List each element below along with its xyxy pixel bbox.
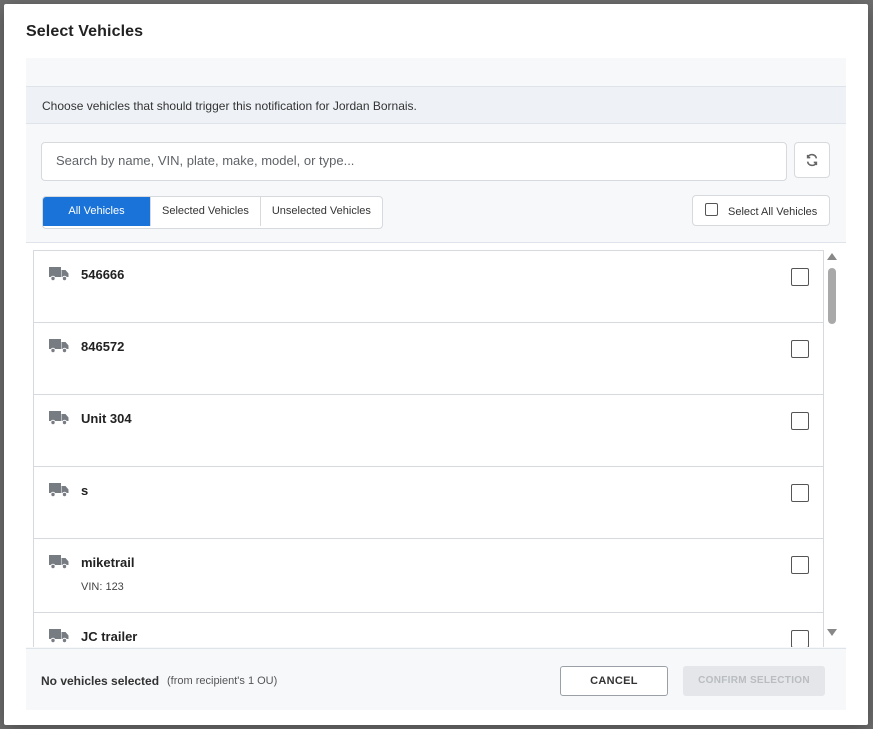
vehicle-name: Unit 304	[81, 411, 132, 426]
confirm-selection-button[interactable]: CONFIRM SELECTION	[683, 666, 825, 696]
dialog-title: Select Vehicles	[26, 23, 144, 40]
info-text: Choose vehicles that should trigger this…	[42, 99, 417, 113]
tab-all-vehicles[interactable]: All Vehicles	[43, 197, 150, 226]
vehicle-checkbox[interactable]	[791, 268, 809, 286]
dialog-content: Choose vehicles that should trigger this…	[26, 58, 846, 710]
select-all-checkbox[interactable]	[705, 203, 718, 216]
refresh-button[interactable]	[794, 142, 830, 178]
vehicle-name: s	[81, 483, 89, 498]
truck-icon	[49, 483, 69, 497]
vehicle-row[interactable]: miketrail VIN: 123	[33, 538, 824, 612]
truck-icon	[49, 339, 69, 353]
selection-summary: No vehicles selected	[41, 674, 160, 688]
vehicle-checkbox[interactable]	[791, 630, 809, 647]
truck-icon	[49, 629, 69, 643]
vehicle-row[interactable]: Unit 304	[33, 394, 824, 466]
truck-icon	[49, 555, 69, 569]
vehicle-filter-tabs: All Vehicles Selected Vehicles Unselecte…	[42, 196, 383, 229]
scroll-up-arrow-icon[interactable]	[827, 253, 837, 260]
search-input[interactable]	[56, 153, 756, 168]
vertical-scrollbar[interactable]	[826, 243, 838, 647]
vehicle-checkbox[interactable]	[791, 412, 809, 430]
select-all-label: Select All Vehicles	[728, 206, 818, 218]
vehicle-row[interactable]: s	[33, 466, 824, 538]
vehicle-checkbox[interactable]	[791, 556, 809, 574]
scope-note: (from recipient's 1 OU)	[167, 675, 278, 687]
vehicle-list-container[interactable]: 546666 846572 Unit 304 s miketrail VIN: …	[26, 243, 846, 647]
vehicle-checkbox[interactable]	[791, 340, 809, 358]
vehicle-name: 846572	[81, 339, 125, 354]
truck-icon	[49, 411, 69, 425]
vehicle-name: 546666	[81, 267, 125, 282]
refresh-icon	[806, 153, 818, 167]
select-vehicles-dialog: Select Vehicles Choose vehicles that sho…	[4, 4, 868, 725]
vehicle-checkbox[interactable]	[791, 484, 809, 502]
scrollbar-thumb[interactable]	[828, 268, 836, 324]
truck-icon	[49, 267, 69, 281]
tab-unselected-vehicles[interactable]: Unselected Vehicles	[259, 197, 382, 226]
dialog-footer: No vehicles selected (from recipient's 1…	[26, 648, 846, 710]
vehicle-vin: VIN: 123	[81, 581, 124, 593]
select-all-button[interactable]: Select All Vehicles	[692, 195, 830, 226]
scroll-down-arrow-icon[interactable]	[827, 629, 837, 636]
vehicle-row[interactable]: JC trailer	[33, 612, 824, 647]
vehicle-list: 546666 846572 Unit 304 s miketrail VIN: …	[33, 250, 824, 647]
info-banner: Choose vehicles that should trigger this…	[26, 86, 846, 124]
cancel-button[interactable]: CANCEL	[560, 666, 668, 696]
vehicle-row[interactable]: 846572	[33, 322, 824, 394]
search-box[interactable]	[41, 142, 787, 181]
vehicle-name: miketrail	[81, 555, 135, 570]
tab-selected-vehicles[interactable]: Selected Vehicles	[150, 197, 260, 226]
vehicle-name: JC trailer	[81, 629, 138, 644]
vehicle-row[interactable]: 546666	[33, 250, 824, 322]
